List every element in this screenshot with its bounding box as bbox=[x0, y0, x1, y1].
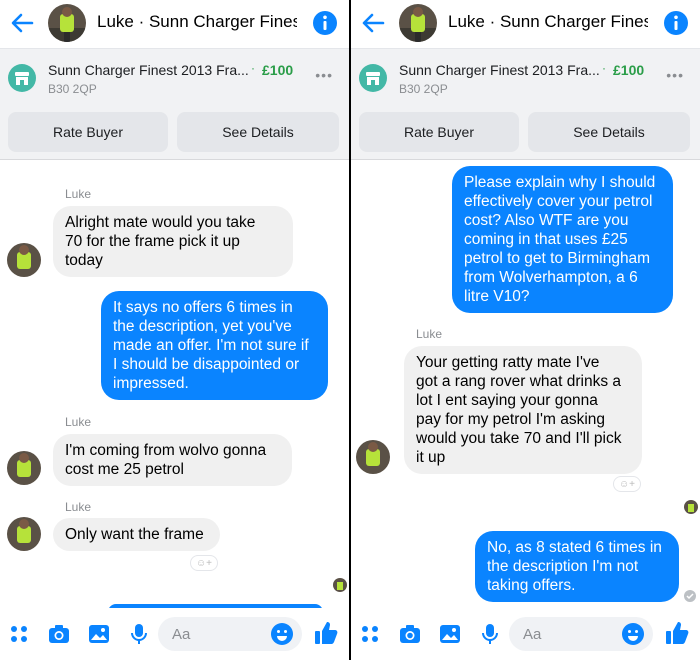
listing-banner[interactable]: Sunn Charger Finest 2013 Fra... · £100 B… bbox=[0, 48, 349, 104]
message-line: litre V10? bbox=[464, 288, 530, 305]
camera-icon[interactable] bbox=[48, 623, 70, 645]
message-line: Your getting ratty mate I've bbox=[416, 354, 600, 371]
read-receipt-avatar bbox=[333, 578, 347, 592]
message-line: effectively cover your petrol bbox=[464, 193, 653, 210]
microphone-icon[interactable] bbox=[128, 623, 150, 645]
right-screenshot: Luke · Sunn Charger Fines... Sunn Charge… bbox=[351, 0, 700, 660]
thumbs-up-icon[interactable] bbox=[665, 620, 689, 646]
separator-dot: · bbox=[251, 61, 255, 75]
message-line: the description, yet you've bbox=[113, 318, 292, 335]
message-line: it up bbox=[416, 449, 446, 466]
see-details-button[interactable]: See Details bbox=[528, 112, 690, 152]
message-bubble-incoming[interactable]: Only want the frame bbox=[53, 518, 220, 551]
message-line: 70 for the frame pick it up bbox=[65, 233, 240, 250]
listing-location: B30 2QP bbox=[48, 82, 97, 96]
image-icon[interactable] bbox=[88, 623, 110, 645]
message-bubble-outgoing[interactable]: Please explain why I should effectively … bbox=[452, 166, 673, 313]
sender-name: Luke bbox=[65, 415, 92, 429]
avatar bbox=[7, 451, 41, 485]
sender-name: Luke bbox=[65, 500, 92, 514]
message-bubble-incoming[interactable]: Your getting ratty mate I've got a rang … bbox=[404, 346, 642, 474]
message-bubble-outgoing[interactable]: No, as 8 stated 6 times in the descripti… bbox=[475, 531, 679, 602]
delivered-check-icon bbox=[684, 590, 696, 602]
avatar bbox=[356, 440, 390, 474]
arrow-left-icon[interactable] bbox=[361, 12, 385, 34]
rate-buyer-button[interactable]: Rate Buyer bbox=[359, 112, 519, 152]
header-title[interactable]: Luke · Sunn Charger Fines... bbox=[448, 12, 648, 32]
message-line: I should be disappointed or bbox=[113, 356, 300, 373]
message-line: cost me 25 petrol bbox=[65, 461, 184, 478]
message-line: coming in that uses £25 bbox=[464, 231, 628, 248]
sender-name: Luke bbox=[416, 327, 443, 341]
message-bubble-incoming[interactable]: I'm coming from wolvo gonna cost me 25 p… bbox=[53, 434, 292, 486]
apps-grid-icon[interactable] bbox=[359, 623, 381, 645]
chat-header: Luke · Sunn Charger Fines... bbox=[351, 0, 700, 46]
message-line: petrol to get to Birmingham bbox=[464, 250, 651, 267]
message-line: taking offers. bbox=[487, 577, 576, 594]
image-icon[interactable] bbox=[439, 623, 461, 645]
listing-banner[interactable]: Sunn Charger Finest 2013 Fra... · £100 B… bbox=[351, 48, 700, 104]
message-line: Only want the frame bbox=[65, 526, 204, 543]
left-screenshot: Luke · Sunn Charger Fines... Sunn Charge… bbox=[0, 0, 349, 660]
message-line: today bbox=[65, 252, 103, 269]
message-line: from Wolverhampton, a 6 bbox=[464, 269, 638, 286]
listing-price: £100 bbox=[262, 62, 294, 78]
message-line: No, as 8 stated 6 times in bbox=[487, 539, 662, 556]
add-reaction-icon[interactable]: ☺+ bbox=[190, 555, 218, 571]
message-line: got a rang rover what drinks a bbox=[416, 373, 622, 390]
composer-bar: Aa bbox=[0, 608, 349, 660]
listing-price: £100 bbox=[613, 62, 645, 78]
separator-dot: · bbox=[602, 61, 606, 75]
thumbs-up-icon[interactable] bbox=[314, 620, 338, 646]
message-line: pay for my petrol I'm asking bbox=[416, 411, 606, 428]
chat-header: Luke · Sunn Charger Fines... bbox=[0, 0, 349, 46]
info-icon[interactable] bbox=[313, 11, 337, 35]
shop-icon bbox=[359, 64, 387, 92]
apps-grid-icon[interactable] bbox=[8, 623, 30, 645]
listing-actions: Rate Buyer See Details bbox=[351, 104, 700, 160]
message-bubble-incoming[interactable]: Alright mate would you take 70 for the f… bbox=[53, 206, 293, 277]
rate-buyer-button[interactable]: Rate Buyer bbox=[8, 112, 168, 152]
listing-title: Sunn Charger Finest 2013 Fra... bbox=[399, 62, 600, 78]
sender-name: Luke bbox=[65, 187, 92, 201]
composer-bar: Aa bbox=[351, 608, 700, 660]
microphone-icon[interactable] bbox=[479, 623, 501, 645]
listing-actions: Rate Buyer See Details bbox=[0, 104, 349, 160]
message-line: made an offer. I'm not sure if bbox=[113, 337, 309, 354]
message-line: Alright mate would you take bbox=[65, 214, 256, 231]
arrow-left-icon[interactable] bbox=[10, 12, 34, 34]
emoji-icon[interactable] bbox=[270, 622, 294, 646]
info-icon[interactable] bbox=[664, 11, 688, 35]
message-line: lot I ent saying your gonna bbox=[416, 392, 598, 409]
message-line: I'm coming from wolvo gonna bbox=[65, 442, 267, 459]
message-line: cost? Also WTF are you bbox=[464, 212, 629, 229]
message-line: impressed. bbox=[113, 375, 189, 392]
message-line: would you take 70 and I'll pick bbox=[416, 430, 622, 447]
listing-title: Sunn Charger Finest 2013 Fra... bbox=[48, 62, 249, 78]
header-title[interactable]: Luke · Sunn Charger Fines... bbox=[97, 12, 297, 32]
shop-icon bbox=[8, 64, 36, 92]
message-line: the description I'm not bbox=[487, 558, 639, 575]
emoji-icon[interactable] bbox=[621, 622, 645, 646]
avatar[interactable] bbox=[48, 4, 86, 42]
more-options-icon[interactable]: ••• bbox=[315, 67, 333, 83]
add-reaction-icon[interactable]: ☺+ bbox=[613, 476, 641, 492]
see-details-button[interactable]: See Details bbox=[177, 112, 339, 152]
listing-location: B30 2QP bbox=[399, 82, 448, 96]
message-bubble-outgoing[interactable]: It says no offers 6 times in the descrip… bbox=[101, 291, 328, 400]
read-receipt-avatar bbox=[684, 500, 698, 514]
more-options-icon[interactable]: ••• bbox=[666, 67, 684, 83]
avatar bbox=[7, 243, 41, 277]
avatar bbox=[7, 517, 41, 551]
camera-icon[interactable] bbox=[399, 623, 421, 645]
avatar[interactable] bbox=[399, 4, 437, 42]
message-line: Please explain why I should bbox=[464, 174, 656, 191]
message-line: It says no offers 6 times in bbox=[113, 299, 293, 316]
